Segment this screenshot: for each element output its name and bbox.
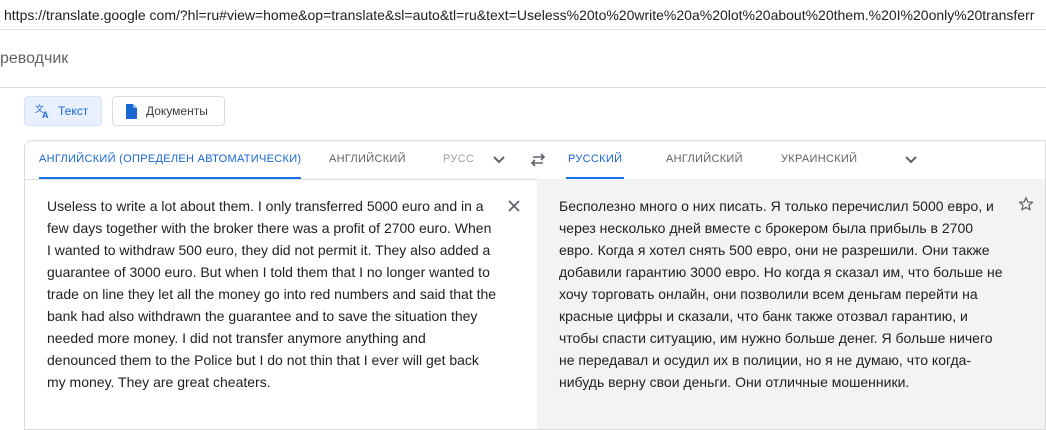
star-icon[interactable]	[1015, 193, 1037, 215]
translation-output-pane: Бесполезно много о них писать. Я только …	[537, 179, 1045, 429]
translate-icon: 文 A	[35, 103, 51, 119]
target-lang-english-tab[interactable]: АНГЛИЙСКИЙ	[666, 141, 743, 179]
app-title: реводчик	[0, 50, 69, 67]
source-lang-russian-tab[interactable]: РУСС	[443, 141, 474, 179]
documents-mode-label: Документы	[146, 104, 208, 118]
target-lang-russian-tab[interactable]: РУССКИЙ	[566, 141, 625, 179]
source-lang-english-tab[interactable]: АНГЛИЙСКИЙ	[329, 141, 406, 179]
language-bar: АНГЛИЙСКИЙ (ОПРЕДЕЛЕН АВТОМАТИЧЕСКИ) АНГ…	[25, 141, 1045, 180]
document-icon	[123, 103, 139, 119]
text-mode-button[interactable]: 文 A Текст	[24, 96, 102, 126]
address-bar[interactable]: https://translate.google com/?hl=ru#view…	[0, 0, 1046, 30]
app-header: реводчик	[0, 30, 1046, 88]
clear-text-icon[interactable]	[503, 195, 525, 217]
svg-text:A: A	[42, 110, 49, 119]
translation-panel: АНГЛИЙСКИЙ (ОПРЕДЕЛЕН АВТОМАТИЧЕСКИ) АНГ…	[24, 140, 1046, 430]
source-textarea[interactable]: Useless to write a lot about them. I onl…	[47, 195, 497, 393]
target-lang-dropdown-icon[interactable]	[899, 149, 923, 171]
translation-output-text: Бесполезно много о них писать. Я только …	[559, 198, 1003, 390]
documents-mode-button[interactable]: Документы	[112, 96, 225, 126]
swap-languages-icon[interactable]	[525, 149, 551, 171]
text-mode-label: Текст	[58, 104, 89, 118]
target-lang-ukrainian-tab[interactable]: УКРАИНСКИЙ	[781, 141, 857, 179]
source-lang-dropdown-icon[interactable]	[487, 149, 511, 171]
source-lang-detected-tab[interactable]: АНГЛИЙСКИЙ (ОПРЕДЕЛЕН АВТОМАТИЧЕСКИ)	[39, 141, 302, 179]
